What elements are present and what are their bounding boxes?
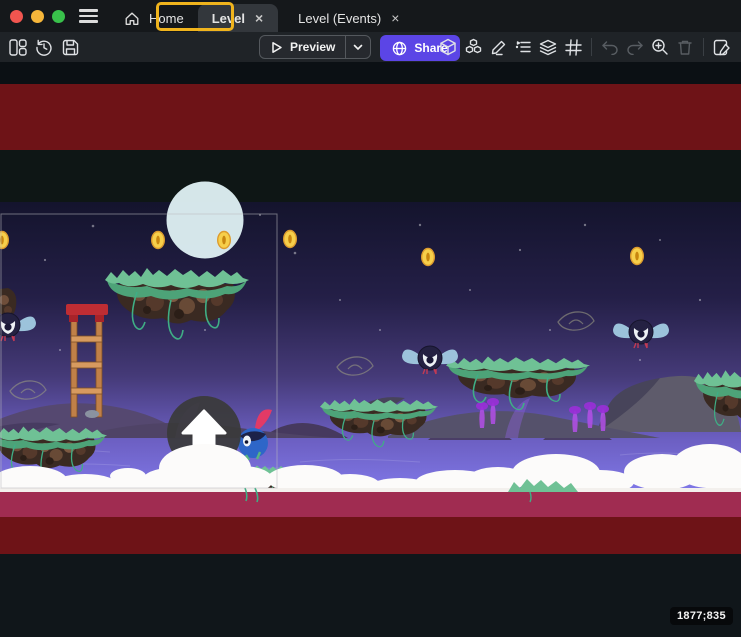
save-icon[interactable] <box>58 35 82 59</box>
grid-icon[interactable] <box>561 35 585 59</box>
zoom-in-icon[interactable] <box>648 35 672 59</box>
coin-5[interactable] <box>421 248 435 266</box>
preview-button[interactable]: Preview <box>259 35 371 59</box>
objects-cube-icon[interactable] <box>436 35 460 59</box>
undo-icon[interactable] <box>598 35 622 59</box>
tab-bar: Home Level × Level (Events) × <box>0 0 741 32</box>
gdevelop-window: Home Level × Level (Events) × <box>0 0 741 637</box>
tab-level-events-close-icon[interactable]: × <box>390 11 400 25</box>
globe-icon <box>392 41 407 56</box>
coin-4[interactable] <box>283 230 297 248</box>
traffic-lights <box>10 10 65 23</box>
edit-pencil-icon[interactable] <box>486 35 510 59</box>
crimson-ground[interactable] <box>0 492 741 517</box>
play-icon <box>270 41 283 54</box>
night-sky-background[interactable] <box>0 202 741 492</box>
home-icon <box>124 11 140 26</box>
bottom-red-platform[interactable] <box>0 517 741 554</box>
tab-level-events-label: Level (Events) <box>298 11 381 26</box>
moon[interactable] <box>167 182 244 259</box>
coin-2[interactable] <box>151 231 165 249</box>
cursor-coordinates-badge: 1877;835 <box>670 607 733 625</box>
layers-icon[interactable] <box>536 35 560 59</box>
chevron-down-icon <box>353 44 363 51</box>
tab-home-label: Home <box>149 11 184 26</box>
coin-3[interactable] <box>217 231 231 249</box>
scene-editor-canvas[interactable]: 1877;835 <box>0 62 741 637</box>
scene-artwork <box>0 62 741 637</box>
toggle-panels-icon[interactable] <box>6 35 30 59</box>
tab-level-events[interactable]: Level (Events) × <box>284 4 414 32</box>
black-backdrop <box>0 150 741 202</box>
top-red-platform[interactable] <box>0 84 741 150</box>
redo-icon[interactable] <box>623 35 647 59</box>
close-window-button[interactable] <box>10 10 23 23</box>
object-groups-icon[interactable] <box>461 35 485 59</box>
preview-dropdown-button[interactable] <box>346 44 370 51</box>
tab-strip: Home Level × Level (Events) × <box>110 0 414 32</box>
stone-on-island <box>85 410 99 418</box>
editor-background-top <box>0 62 741 84</box>
minimize-window-button[interactable] <box>31 10 44 23</box>
tab-level-label: Level <box>212 11 245 26</box>
white-strip <box>0 488 741 492</box>
editor-background-bottom <box>0 554 741 637</box>
coin-6[interactable] <box>630 247 644 265</box>
trash-icon[interactable] <box>673 35 697 59</box>
tab-level[interactable]: Level × <box>198 4 278 32</box>
history-icon[interactable] <box>32 35 56 59</box>
preview-button-main[interactable]: Preview <box>260 40 345 54</box>
tab-home[interactable]: Home <box>110 4 198 32</box>
scene-properties-icon[interactable] <box>710 35 734 59</box>
preview-label: Preview <box>290 40 335 54</box>
maximize-window-button[interactable] <box>52 10 65 23</box>
toolbar: Preview Share <box>0 32 741 62</box>
main-menu-icon[interactable] <box>79 9 98 22</box>
instances-list-icon[interactable] <box>511 35 535 59</box>
tab-level-close-icon[interactable]: × <box>254 11 264 25</box>
